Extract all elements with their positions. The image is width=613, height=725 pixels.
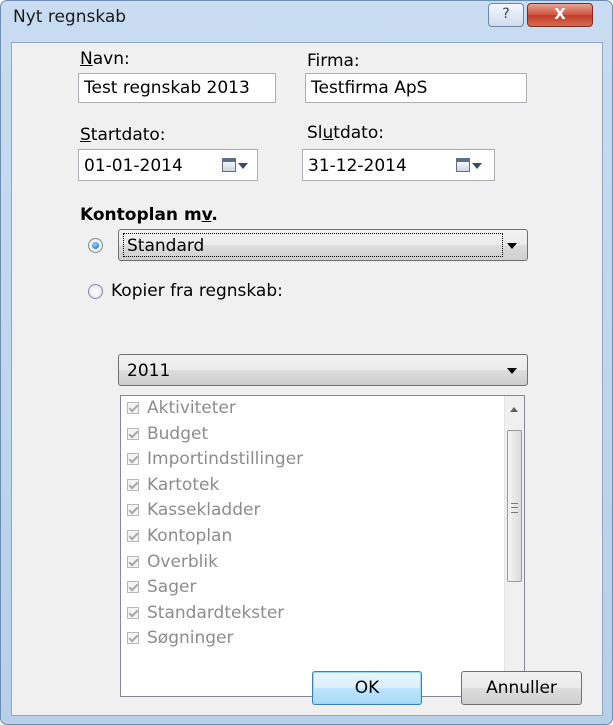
firma-input[interactable]: Testfirma ApS: [305, 73, 527, 103]
list-item-label: Sager: [147, 577, 197, 598]
close-icon: X: [554, 5, 566, 23]
scroll-up-icon[interactable]: [510, 407, 518, 412]
list-item-label: Søgninger: [147, 628, 234, 649]
checkbox[interactable]: [127, 632, 139, 645]
startdato-picker[interactable]: 01-01-2014: [78, 149, 258, 181]
list-item-label: Overblik: [147, 551, 218, 572]
chevron-down-icon[interactable]: [507, 243, 517, 249]
list-item[interactable]: Søgninger: [121, 626, 524, 652]
slutdato-label-b: tdato:: [333, 123, 384, 143]
slutdato-picker[interactable]: 31-12-2014: [302, 149, 495, 181]
list-item-label: Kontoplan: [147, 525, 233, 546]
kopier-regnskab-select[interactable]: 2011: [118, 354, 528, 386]
kontoplan-accel: v: [201, 205, 212, 225]
close-button[interactable]: X: [527, 3, 593, 27]
standard-kontoplan-value: Standard: [127, 236, 205, 256]
list-item[interactable]: Aktiviteter: [121, 396, 524, 422]
dropdown-arrow-icon[interactable]: [238, 163, 248, 169]
slutdato-value: 31-12-2014: [308, 156, 407, 176]
checkbox[interactable]: [127, 427, 139, 440]
checkbox[interactable]: [127, 478, 139, 491]
list-item[interactable]: Standardtekster: [121, 601, 524, 627]
vertical-scrollbar[interactable]: [504, 396, 524, 696]
help-icon: ?: [502, 6, 510, 22]
scrollbar-thumb[interactable]: [507, 430, 522, 582]
dialog-window: Nyt regnskab ? X Navn: Test regnskab 201…: [0, 0, 613, 725]
navn-accel: N: [80, 49, 93, 69]
slutdato-label-a: Sl: [307, 123, 323, 143]
kontoplan-title-b: .: [211, 205, 218, 225]
window-title: Nyt regnskab: [13, 7, 127, 27]
dropdown-arrow-icon[interactable]: [472, 163, 482, 169]
calendar-icon[interactable]: [222, 158, 236, 172]
startdato-accel: S: [80, 125, 91, 145]
navn-label-rest: avn:: [92, 49, 130, 69]
standard-kontoplan-select[interactable]: Standard: [118, 229, 528, 261]
dialog-body: Navn: Test regnskab 2013 Firma: Testfirm…: [11, 42, 603, 716]
list-item-label: Kassekladder: [147, 500, 261, 521]
annuller-button[interactable]: Annuller: [461, 671, 582, 705]
list-item[interactable]: Overblik: [121, 550, 524, 576]
title-bar[interactable]: Nyt regnskab ? X: [1, 1, 612, 41]
list-item-label: Budget: [147, 423, 209, 444]
ok-button[interactable]: OK: [312, 671, 422, 705]
copy-items-checklist[interactable]: Aktiviteter Budget Importindstillinger K…: [120, 395, 525, 697]
checkbox[interactable]: [127, 453, 139, 466]
navn-input[interactable]: Test regnskab 2013: [78, 73, 276, 103]
startdato-label-rest: tartdato:: [90, 125, 166, 145]
slutdato-label: Slutdato:: [307, 123, 384, 143]
list-item[interactable]: Budget: [121, 422, 524, 448]
kontoplan-section-title: Kontoplan mv.: [80, 205, 218, 225]
checkbox[interactable]: [127, 555, 139, 568]
checkbox[interactable]: [127, 529, 139, 542]
checkbox[interactable]: [127, 606, 139, 619]
checkbox[interactable]: [127, 402, 139, 414]
checkbox[interactable]: [127, 504, 139, 517]
navn-label: Navn:: [80, 49, 130, 69]
list-item-label: Standardtekster: [147, 602, 285, 623]
list-item-label: Kartotek: [147, 474, 220, 495]
help-button[interactable]: ?: [488, 3, 524, 27]
kopier-label[interactable]: Kopier fra regnskab:: [111, 281, 283, 301]
list-item[interactable]: Kartotek: [121, 473, 524, 499]
firma-label: Firma:: [307, 51, 360, 71]
list-item[interactable]: Kontoplan: [121, 524, 524, 550]
startdato-label: Startdato:: [80, 125, 166, 145]
kontoplan-title-a: Kontoplan m: [80, 205, 202, 225]
standard-radio[interactable]: [88, 238, 103, 253]
kopier-radio[interactable]: [88, 284, 103, 299]
list-item-label: Importindstillinger: [147, 449, 304, 470]
list-item[interactable]: Kassekladder: [121, 498, 524, 524]
list-item[interactable]: Importindstillinger: [121, 447, 524, 473]
grip-icon: [511, 503, 518, 513]
startdato-value: 01-01-2014: [84, 156, 183, 176]
kopier-regnskab-value: 2011: [127, 361, 171, 381]
slutdato-accel: u: [322, 123, 334, 143]
list-item[interactable]: Sager: [121, 575, 524, 601]
list-item-label: Aktiviteter: [147, 398, 236, 418]
checkbox[interactable]: [127, 581, 139, 594]
chevron-down-icon[interactable]: [507, 368, 517, 374]
calendar-icon[interactable]: [456, 158, 470, 172]
